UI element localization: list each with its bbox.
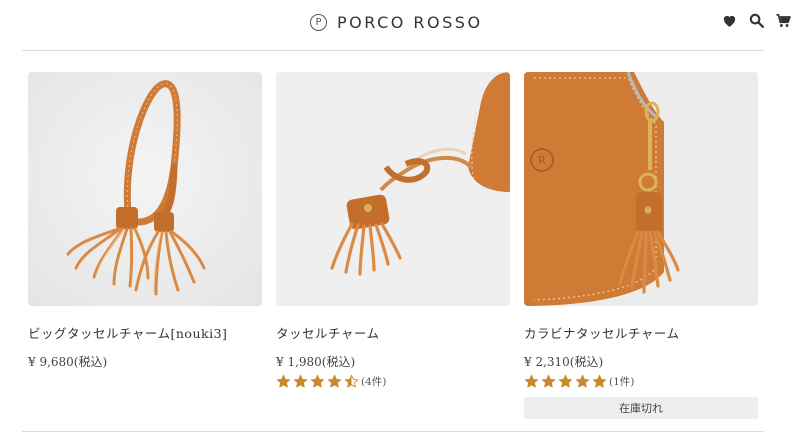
- product-image[interactable]: R: [524, 72, 758, 306]
- review-count[interactable]: (1件): [609, 374, 634, 389]
- product-price: ¥ 1,980(税込): [276, 355, 356, 369]
- star-icon: [558, 374, 573, 387]
- product-image[interactable]: [276, 72, 510, 306]
- svg-text:R: R: [538, 154, 546, 167]
- product-card[interactable]: ビッグタッセルチャーム[nouki3] ¥ 9,680(税込): [28, 72, 262, 369]
- star-icon: [293, 374, 308, 387]
- header-divider: [22, 50, 764, 51]
- heart-icon[interactable]: [721, 12, 738, 29]
- product-card[interactable]: R カラビナタッセルチャーム ¥ 2,310(税込) (1件) 在庫切れ: [524, 72, 758, 419]
- brand-mark-icon: P: [310, 13, 327, 31]
- site-header: P PORCO ROSSO: [0, 0, 800, 50]
- cart-icon[interactable]: [775, 12, 792, 29]
- star-icon: [327, 374, 342, 387]
- star-icon: [276, 374, 291, 387]
- star-icon: [541, 374, 556, 387]
- footer-divider: [22, 431, 764, 432]
- brand-logo[interactable]: P PORCO ROSSO: [310, 10, 483, 34]
- sold-out-button[interactable]: 在庫切れ: [524, 397, 758, 419]
- product-price: ¥ 2,310(税込): [524, 355, 604, 369]
- star-rating: [276, 374, 359, 389]
- star-icon: [310, 374, 325, 387]
- star-icon: [592, 374, 607, 387]
- search-icon[interactable]: [748, 12, 765, 29]
- product-price: ¥ 9,680(税込): [28, 355, 108, 369]
- product-image[interactable]: [28, 72, 262, 306]
- product-name[interactable]: カラビナタッセルチャーム: [524, 323, 758, 341]
- review-count[interactable]: (4件): [361, 374, 386, 389]
- product-name[interactable]: タッセルチャーム: [276, 323, 510, 341]
- header-actions: [721, 12, 792, 29]
- product-name[interactable]: ビッグタッセルチャーム[nouki3]: [28, 323, 262, 341]
- brand-name: PORCO ROSSO: [337, 12, 483, 32]
- product-card[interactable]: タッセルチャーム ¥ 1,980(税込) (4件): [276, 72, 510, 390]
- star-icon: [575, 374, 590, 387]
- product-rating: (1件): [524, 372, 758, 390]
- star-rating: [524, 374, 607, 389]
- star-icon: [524, 374, 539, 387]
- star-icon: [344, 374, 359, 387]
- product-rating: (4件): [276, 372, 510, 390]
